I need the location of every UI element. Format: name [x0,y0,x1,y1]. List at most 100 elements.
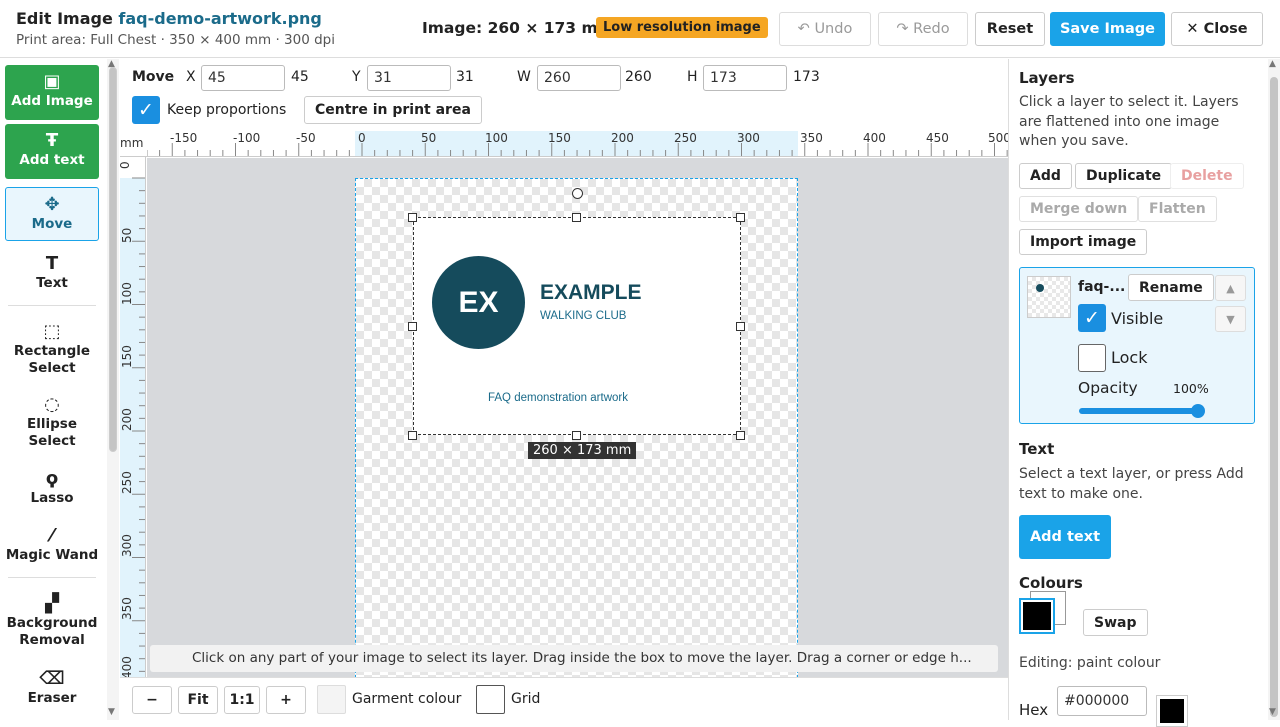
layer-thumbnail [1027,276,1071,318]
background-removal-tool[interactable]: ▞ Background Removal [5,589,99,651]
add-image-tool[interactable]: ▣ Add Image [5,65,99,120]
height-input[interactable] [703,65,787,91]
scrollbar-thumb[interactable] [1270,77,1278,717]
canvas-viewport[interactable]: EX EXAMPLE WALKING CLUB FAQ demonstratio… [147,158,1008,677]
eraser-icon: ⌫ [39,668,65,689]
ruler-label: 200 [611,131,634,145]
opacity-slider[interactable] [1079,404,1205,418]
zoom-in-button[interactable]: + [266,686,306,714]
resize-handle-bottom-left[interactable] [408,431,417,440]
layers-heading: Layers [1019,69,1075,87]
delete-layer-button[interactable]: Delete [1170,163,1244,189]
scroll-up-icon[interactable]: ▲ [1269,59,1276,69]
y-input[interactable] [367,65,451,91]
visible-checkbox[interactable]: ✓ [1078,304,1106,332]
opacity-label: Opacity [1078,379,1138,397]
h-label: H [687,69,698,85]
selection-box[interactable] [413,217,741,435]
lock-label: Lock [1111,348,1148,367]
divider [8,305,96,306]
add-layer-button[interactable]: Add [1019,163,1072,189]
slider-knob[interactable] [1191,404,1205,418]
centre-in-print-area-button[interactable]: Centre in print area [304,96,482,124]
eraser-tool[interactable]: ⌫ Eraser [5,664,99,710]
grid-checkbox[interactable] [476,685,505,714]
resize-handle-top-right[interactable] [736,213,745,222]
redo-button[interactable]: ↷ Redo [878,12,968,46]
duplicate-layer-button[interactable]: Duplicate [1075,163,1173,189]
x-display: 45 [291,69,309,85]
text-tool[interactable]: T Text [5,249,99,295]
move-layer-up-button[interactable]: ▲ [1215,275,1246,301]
print-area-info: Print area: Full Chest · 350 × 400 mm · … [16,32,335,48]
ruler-label: -50 [296,131,316,145]
canvas-hint: Click on any part of your image to selec… [150,645,998,672]
hex-input[interactable] [1057,686,1147,716]
primary-colour-fill [1023,602,1051,630]
primary-colour-swatch[interactable] [1019,598,1055,634]
ellipse-select-tool[interactable]: ◌ Ellipse Select [5,390,99,452]
actual-size-button[interactable]: 1:1 [224,686,260,714]
resize-handle-top-left[interactable] [408,213,417,222]
check-icon: ✓ [138,99,154,121]
resize-handle-bottom[interactable] [572,431,581,440]
resize-handle-bottom-right[interactable] [736,431,745,440]
layer-item[interactable]: faq-... Rename ▲ ▼ ✓ Visible Lock Opacit… [1019,267,1255,424]
text-plus-icon: Ŧ [45,130,59,151]
ruler-label: 100 [485,131,508,145]
close-button[interactable]: ✕ Close [1171,12,1263,46]
checker-icon: ▞ [45,593,59,614]
text-description: Select a text layer, or press Add text t… [1019,466,1244,502]
text-icon: T [45,253,59,274]
width-input[interactable] [537,65,621,91]
ruler-label: 250 [120,471,134,494]
ruler-corner: mm [120,131,147,157]
rectangle-select-tool[interactable]: ⬚ Rectangle Select [5,317,99,379]
page-title: Edit Image faq-demo-artwork.png [16,9,322,28]
move-layer-down-button[interactable]: ▼ [1215,306,1246,332]
resize-handle-top[interactable] [572,213,581,222]
ruler-label: 150 [120,345,134,368]
image-icon: ▣ [43,71,61,92]
scroll-down-icon[interactable]: ▼ [108,707,115,717]
lasso-tool[interactable]: ϙ Lasso [5,464,99,510]
keep-proportions-checkbox[interactable]: ✓ [132,96,160,124]
lock-checkbox[interactable] [1078,344,1106,372]
resize-handle-left[interactable] [408,322,417,331]
import-image-button[interactable]: Import image [1019,229,1148,255]
add-text-tool[interactable]: Ŧ Add text [5,124,99,179]
y-display: 31 [456,69,474,85]
visible-label: Visible [1111,309,1164,328]
save-image-button[interactable]: Save Image [1050,12,1165,46]
fit-button[interactable]: Fit [178,686,218,714]
add-text-button[interactable]: Add text [1019,515,1111,559]
hex-preview-swatch [1156,695,1188,727]
x-input[interactable] [201,65,285,91]
rotate-handle-icon[interactable] [572,188,583,199]
tool-sidebar: ▣ Add Image Ŧ Add text ✥ Move T Text ⬚ R… [0,59,106,720]
resize-handle-right[interactable] [736,322,745,331]
layer-name: faq-... [1078,279,1126,295]
merge-down-button[interactable]: Merge down [1019,196,1139,222]
scroll-down-icon[interactable]: ▼ [1269,707,1276,717]
editing-colour-label: Editing: paint colour [1019,655,1161,671]
reset-button[interactable]: Reset [975,12,1045,46]
rename-layer-button[interactable]: Rename [1128,274,1214,301]
flatten-button[interactable]: Flatten [1138,196,1217,222]
undo-button[interactable]: ↶ Undo [779,12,871,46]
ruler-label: 0 [358,131,366,145]
zoom-out-button[interactable]: − [132,686,172,714]
image-size-label: Image: 260 × 173 mm [422,19,614,37]
swap-colours-button[interactable]: Swap [1083,609,1148,636]
ruler-label: 400 [120,656,134,677]
move-tool[interactable]: ✥ Move [5,187,99,241]
right-panel-scrollbar[interactable]: ▲ ▼ [1268,59,1280,720]
scrollbar-thumb[interactable] [109,67,117,452]
toolbar-scrollbar[interactable]: ▲ ▼ [107,59,119,720]
right-panel: Layers Click a layer to select it. Layer… [1008,59,1280,727]
garment-colour-swatch[interactable] [317,685,346,714]
magic-wand-tool[interactable]: ⁄ Magic Wand [5,521,99,567]
ruler-label: 300 [120,534,134,557]
undo-icon: ↶ [797,21,810,37]
hex-label: Hex [1019,701,1049,719]
